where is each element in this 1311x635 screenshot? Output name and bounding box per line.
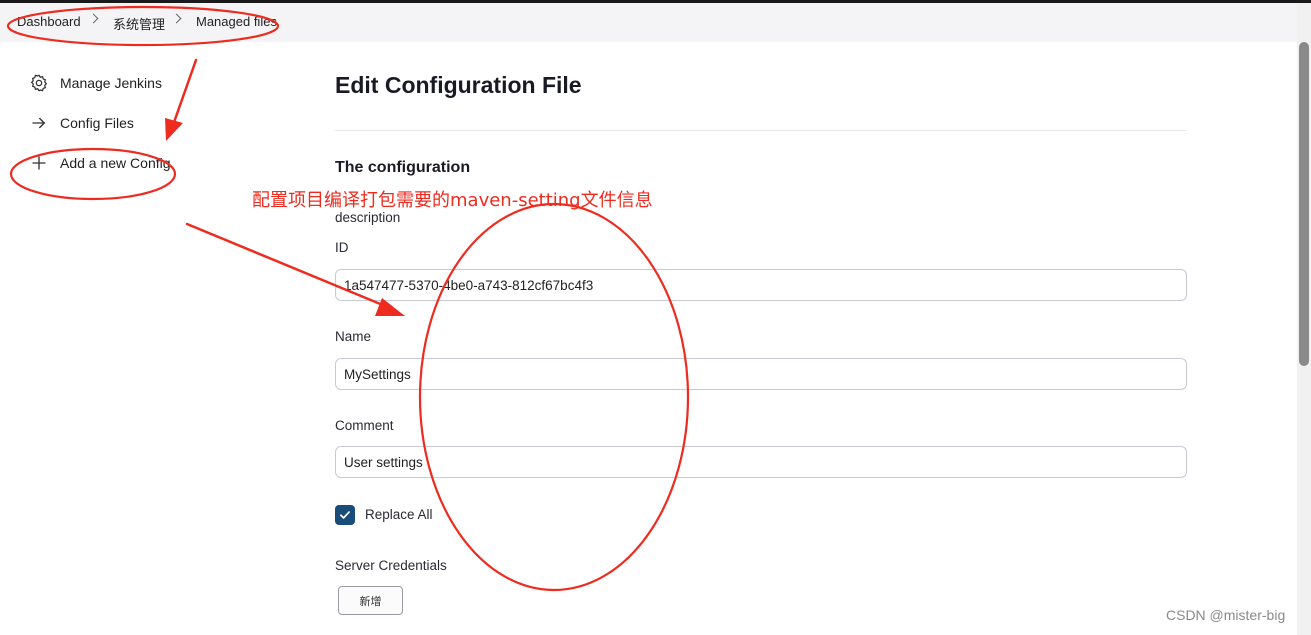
annotation-overlay bbox=[6, 5, 690, 592]
chevron-right-icon bbox=[171, 13, 182, 24]
comment-label: Comment bbox=[335, 418, 394, 433]
sidebar-item-label: Config Files bbox=[60, 115, 134, 131]
gear-icon bbox=[28, 72, 50, 94]
id-input[interactable] bbox=[335, 269, 1187, 301]
breadcrumb-dashboard[interactable]: Dashboard bbox=[17, 14, 81, 29]
plus-icon bbox=[28, 152, 50, 174]
sidebar-item-label: Add a new Config bbox=[60, 155, 171, 171]
name-input[interactable] bbox=[335, 358, 1187, 390]
sidebar-item-config-files[interactable]: Config Files bbox=[28, 112, 134, 134]
comment-input[interactable] bbox=[335, 446, 1187, 478]
annotation-arrow-head-1 bbox=[165, 118, 183, 141]
watermark: CSDN @mister-big bbox=[1166, 607, 1286, 623]
name-label: Name bbox=[335, 329, 372, 344]
section-title: The configuration bbox=[335, 159, 471, 176]
page-title: Edit Configuration File bbox=[335, 72, 582, 98]
divider bbox=[335, 130, 1187, 131]
annotation-text: 配置项目编译打包需要的maven-setting文件信息 bbox=[252, 190, 653, 211]
breadcrumb-managed-files[interactable]: Managed files bbox=[196, 14, 277, 29]
annotation-arrow-line-1 bbox=[170, 58, 198, 130]
chevron-right-icon bbox=[88, 13, 99, 24]
sidebar-item-label: Manage Jenkins bbox=[60, 75, 162, 91]
server-credentials-label: Server Credentials bbox=[335, 558, 447, 573]
check-icon bbox=[340, 511, 350, 519]
replace-all-checkbox[interactable] bbox=[335, 505, 355, 525]
add-credential-button[interactable]: 新增 bbox=[338, 586, 403, 615]
annotation-ellipse-fields bbox=[418, 202, 690, 592]
replace-all-label: Replace All bbox=[365, 507, 433, 522]
scrollbar-thumb[interactable] bbox=[1299, 42, 1309, 366]
sidebar-item-add-new-config[interactable]: Add a new Config bbox=[28, 152, 171, 174]
description-label: description bbox=[335, 210, 401, 225]
sidebar-item-manage-jenkins[interactable]: Manage Jenkins bbox=[28, 72, 162, 94]
arrow-right-icon bbox=[28, 112, 50, 134]
id-label: ID bbox=[335, 240, 349, 255]
breadcrumb-system-management[interactable]: 系统管理 bbox=[113, 14, 165, 33]
breadcrumb: Dashboard 系统管理 Managed files bbox=[0, 3, 1297, 42]
